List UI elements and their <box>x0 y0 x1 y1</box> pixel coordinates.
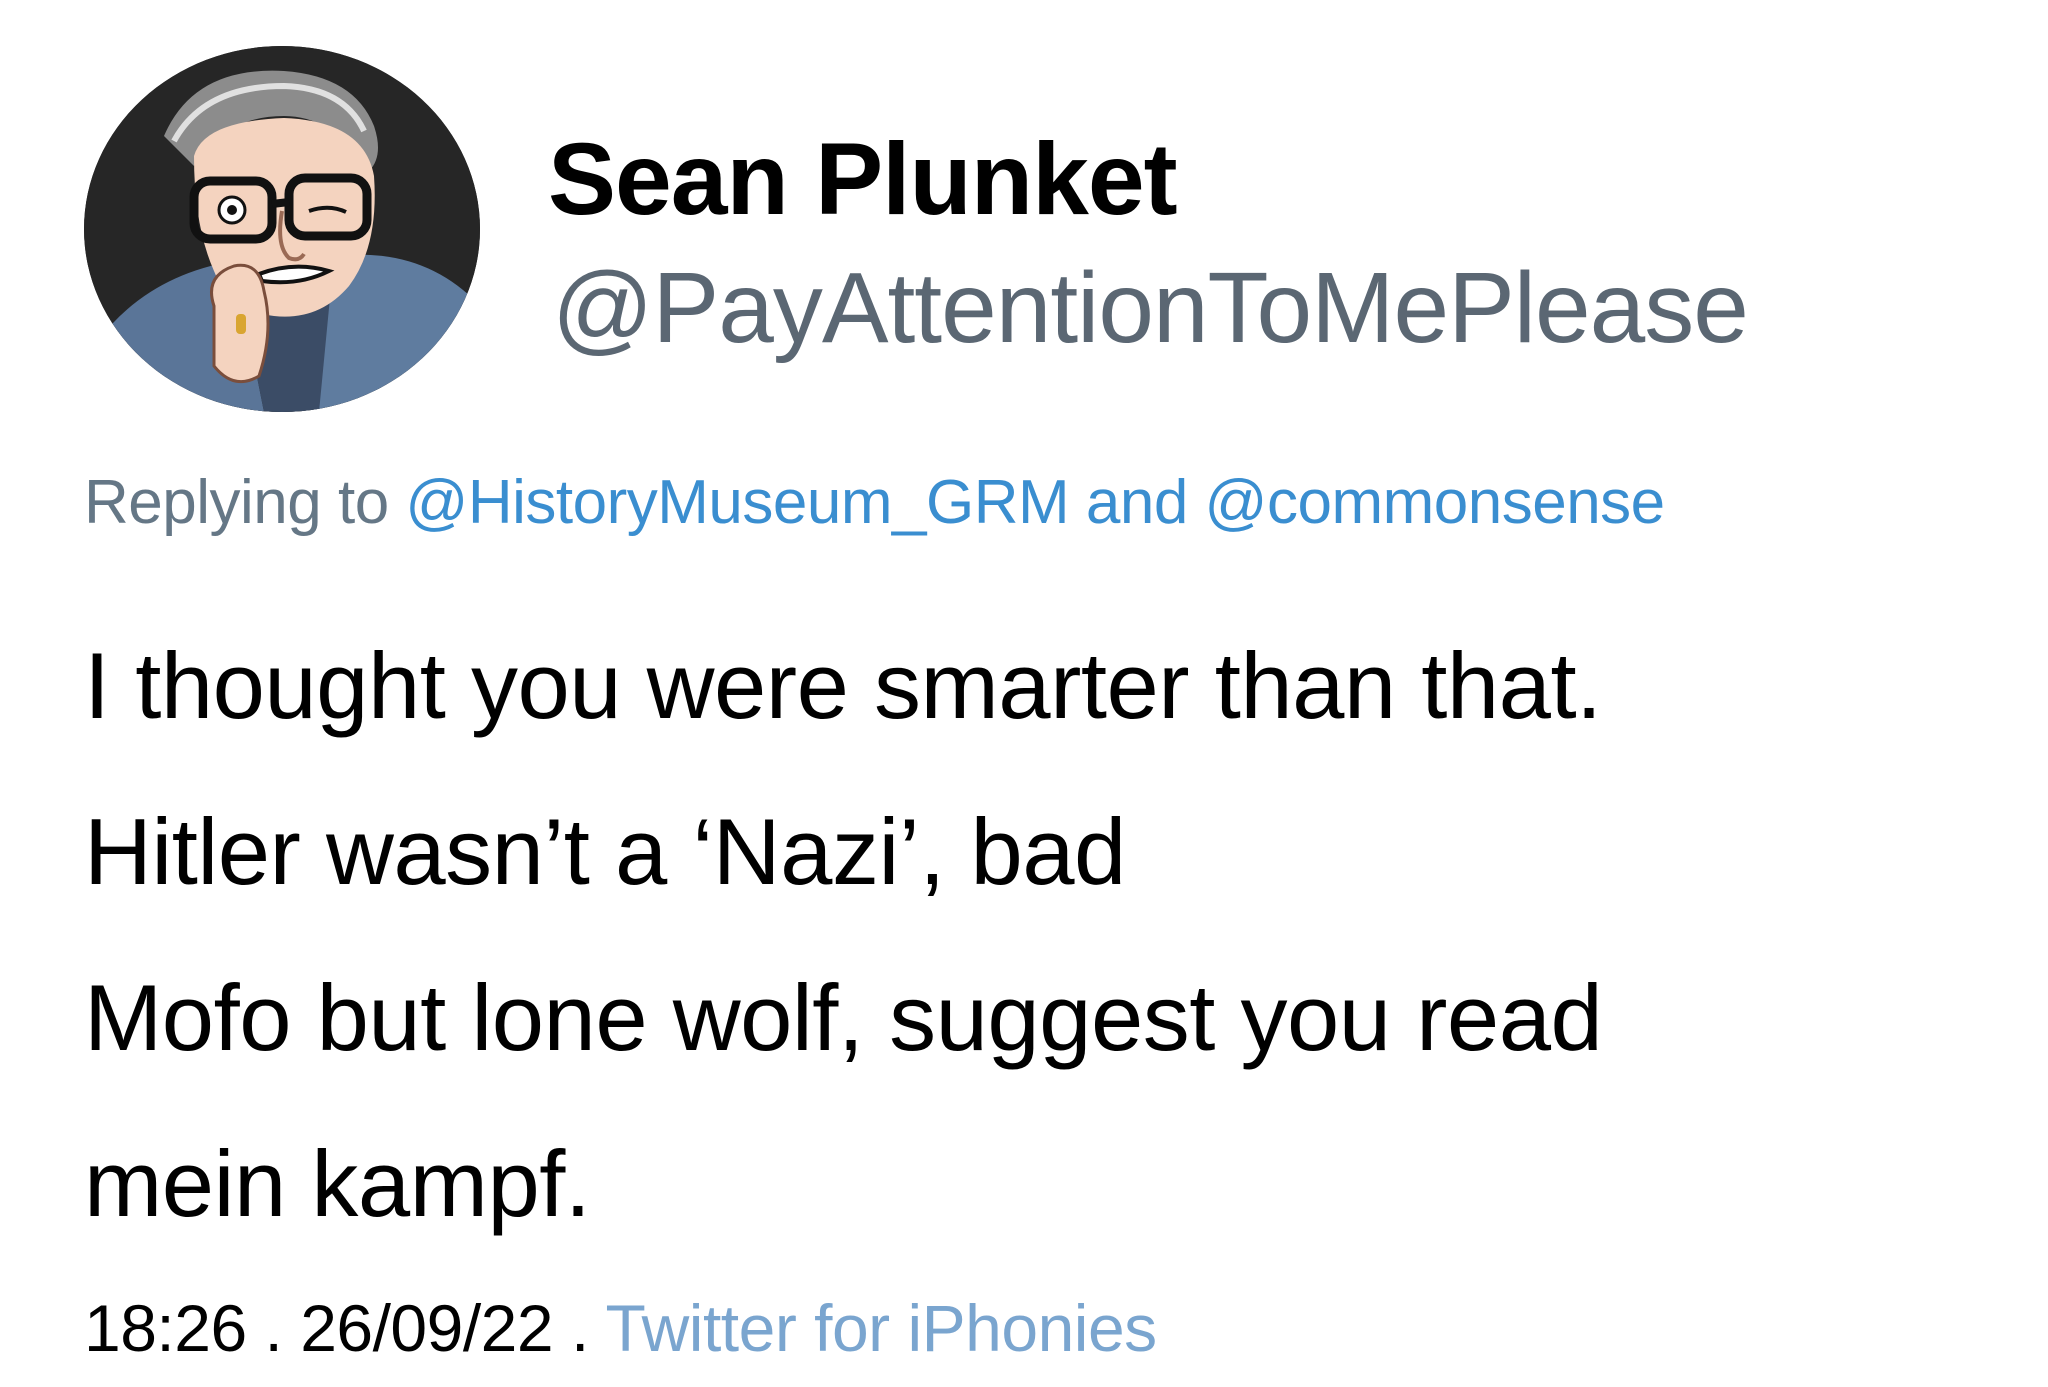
display-name[interactable]: Sean Plunket <box>548 128 1178 230</box>
tweet-time: 18:26 <box>84 1291 247 1365</box>
tweet-meta: 18:26 . 26/09/22 . Twitter for iPhonies <box>84 1295 1157 1361</box>
tweet-text-line: mein kampf. <box>84 1131 591 1236</box>
meta-separator: . <box>246 1291 301 1365</box>
mention-link-history-museum[interactable]: @HistoryMuseum_GRM <box>405 468 1069 537</box>
tweet-text: I thought you were smarter than that. Hi… <box>84 603 2014 1267</box>
tweet-source-link[interactable]: Twitter for iPhonies <box>605 1291 1157 1365</box>
replying-to-line: Replying to @HistoryMuseum_GRM and @comm… <box>84 472 1665 534</box>
replying-to-conjunction: and <box>1069 468 1205 537</box>
tweet-date: 26/09/22 <box>300 1291 554 1365</box>
mention-link-commonsense[interactable]: @commonsense <box>1205 468 1666 537</box>
meta-separator: . <box>553 1291 606 1365</box>
replying-to-label: Replying to <box>84 468 406 537</box>
tweet-card: Sean Plunket @PayAttentionToMePlease Rep… <box>0 0 2048 1387</box>
cartoon-man-avatar-icon <box>84 46 480 412</box>
tweet-text-line: I thought you were smarter than that. <box>84 633 1602 738</box>
tweet-text-line: Hitler wasn’t a ‘Nazi’, bad <box>84 799 1126 904</box>
avatar[interactable] <box>84 46 480 412</box>
user-handle[interactable]: @PayAttentionToMePlease <box>552 258 1749 358</box>
tweet-text-line: Mofo but lone wolf, suggest you read <box>84 965 1603 1070</box>
